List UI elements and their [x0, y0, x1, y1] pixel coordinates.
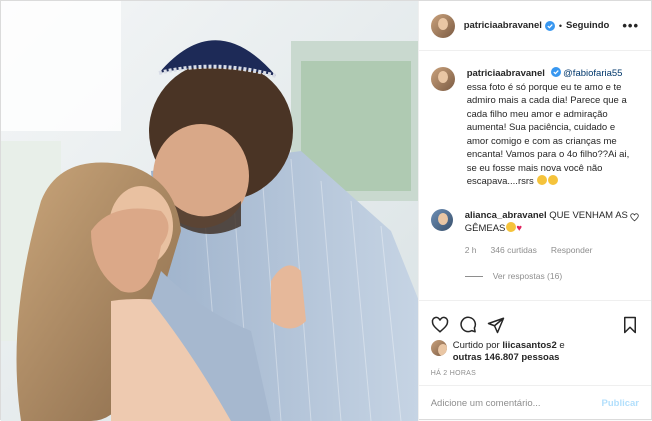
comment-icon[interactable] [459, 316, 477, 334]
reply-age[interactable]: 2 h [465, 244, 477, 258]
caption-body: patriciaabravanel @fabiofaria55 essa fot… [467, 67, 631, 189]
heart-emoji-icon: ♥ [516, 223, 523, 234]
reply-username[interactable]: alianca_abravanel [465, 210, 547, 221]
caption-username[interactable]: patriciaabravanel [467, 68, 545, 79]
reply-meta: 2 h 346 curtidas Responder [465, 244, 629, 258]
bookmark-icon[interactable] [621, 316, 639, 334]
caption-text: essa foto é só porque eu te amo e te adm… [466, 81, 630, 188]
caption-mention[interactable]: @fabiofaria55 [563, 68, 622, 79]
publish-button[interactable]: Publicar [602, 398, 640, 409]
separator-dot: • [558, 20, 563, 31]
author-avatar[interactable] [430, 13, 455, 38]
likes-prefix: Curtido por [452, 340, 500, 351]
reply-comment: alianca_abravanel QUE VENHAM AS GÊMEAS ♥ … [430, 208, 639, 258]
caption-comment: patriciaabravanel @fabiofaria55 essa fot… [430, 67, 639, 189]
reply-likes[interactable]: 346 curtidas [491, 244, 537, 258]
post-photo[interactable] [1, 1, 418, 421]
view-replies-line [464, 275, 483, 277]
post-timestamp[interactable]: HÁ 2 HORAS [419, 364, 651, 377]
likes-count[interactable]: outras 146.807 pessoas [453, 352, 560, 363]
post-header: patriciaabravanel • Seguindo ••• [418, 1, 651, 51]
action-bar [418, 300, 651, 340]
following-button[interactable]: Seguindo [566, 20, 609, 31]
sad-emoji-icon [537, 175, 548, 185]
likes-joiner: e [559, 340, 565, 351]
add-comment-bar: Adicione um comentário... Publicar [418, 385, 651, 421]
comments-section: patriciaabravanel @fabiofaria55 essa fot… [419, 51, 651, 300]
laughing-emoji-icon [506, 222, 517, 232]
author-username[interactable]: patriciaabravanel [464, 20, 542, 31]
view-replies-link[interactable]: Ver respostas (16) [464, 271, 639, 281]
verified-badge-icon [550, 67, 561, 77]
share-icon[interactable] [487, 316, 505, 334]
verified-badge-icon [544, 20, 555, 31]
more-options-icon[interactable]: ••• [622, 18, 639, 33]
reply-button[interactable]: Responder [551, 244, 593, 258]
couple-kissing-photo [1, 1, 418, 421]
view-replies-label: Ver respostas (16) [492, 271, 563, 281]
like-comment-heart-icon[interactable] [630, 212, 639, 222]
reply-body: alianca_abravanel QUE VENHAM AS GÊMEAS ♥ … [465, 209, 629, 258]
heart-icon[interactable] [431, 316, 449, 334]
liker-avatar[interactable] [430, 340, 447, 356]
comment-input[interactable]: Adicione um comentário... [431, 398, 602, 409]
likes-summary: Curtido por liicasantos2 e outras 146.80… [419, 340, 651, 364]
likes-text: Curtido por liicasantos2 e outras 146.80… [453, 340, 565, 364]
reply-author-avatar[interactable] [430, 208, 453, 231]
post-sidebar: patriciaabravanel • Seguindo ••• patrici… [417, 1, 651, 421]
wink-tongue-emoji-icon [548, 175, 559, 185]
instagram-post: patriciaabravanel • Seguindo ••• patrici… [0, 0, 652, 421]
caption-author-avatar[interactable] [430, 67, 455, 91]
liker-username[interactable]: liicasantos2 [502, 340, 556, 351]
